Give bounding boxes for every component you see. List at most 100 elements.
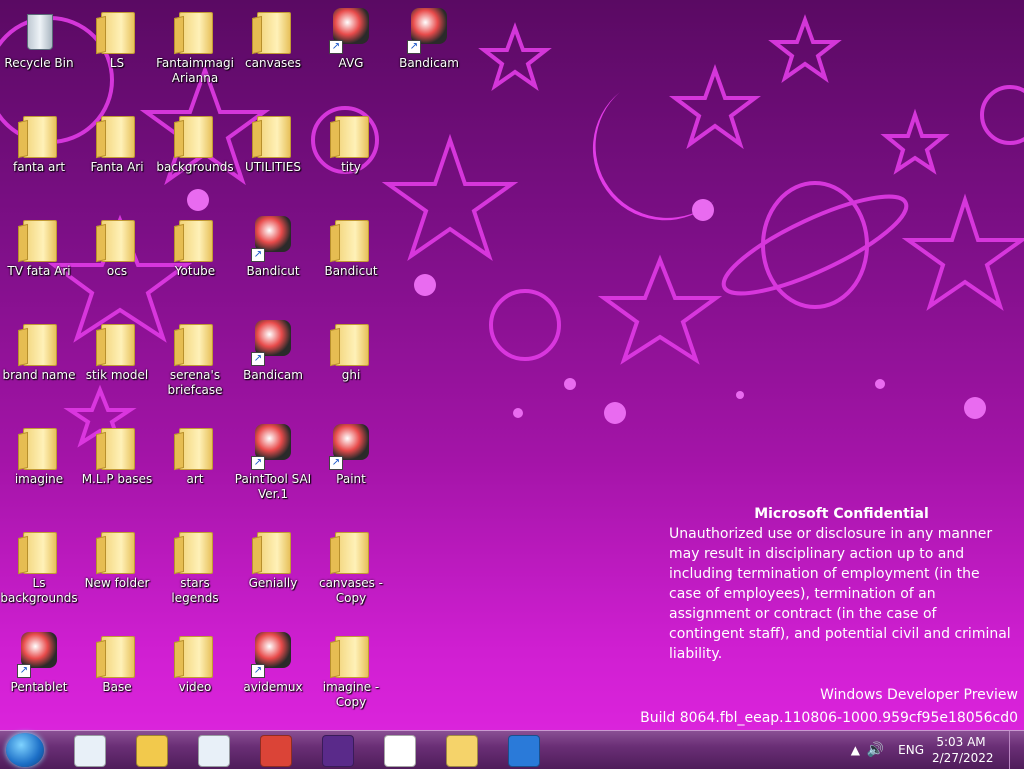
- desktop-icon-label: imagine: [14, 472, 64, 486]
- confidential-notice: Microsoft Confidential Unauthorized use …: [669, 504, 1014, 664]
- desktop-icon[interactable]: brand name: [0, 318, 78, 383]
- app-shortcut-icon: ↗: [15, 630, 63, 678]
- desktop-icon[interactable]: M.L.P bases: [78, 422, 156, 487]
- taskbar-app-button[interactable]: [506, 734, 540, 767]
- desktop-icon[interactable]: fanta art: [0, 110, 78, 175]
- desktop-icon[interactable]: Ls backgrounds: [0, 526, 78, 606]
- taskbar-app-button[interactable]: [320, 734, 354, 767]
- clock[interactable]: 5:03 AM 2/27/2022: [932, 734, 994, 766]
- desktop-icon-label: PaintTool SAI Ver.1: [234, 472, 312, 501]
- show-desktop-button[interactable]: [1009, 731, 1024, 769]
- desktop-icon-label: tity: [341, 160, 361, 174]
- desktop-icon-label: Genially: [248, 576, 298, 590]
- folder-icon: [327, 214, 375, 262]
- folder-icon: [249, 6, 297, 54]
- desktop-icon-label: AVG: [338, 56, 364, 70]
- desktop-icon-label: Ls backgrounds: [0, 576, 78, 605]
- taskbar-app-button[interactable]: [382, 734, 416, 767]
- desktop-icon-label: Yotube: [174, 264, 216, 278]
- desktop-icon[interactable]: ↗ AVG: [312, 6, 390, 71]
- desktop-icon[interactable]: ocs: [78, 214, 156, 279]
- desktop-icon[interactable]: Recycle Bin: [0, 6, 78, 71]
- desktop-icon[interactable]: ↗ Bandicam: [234, 318, 312, 383]
- start-button[interactable]: [6, 733, 44, 767]
- folder-icon: [171, 422, 219, 470]
- desktop-icon[interactable]: imagine - Copy: [312, 630, 390, 710]
- desktop-icon-label: Base: [102, 680, 132, 694]
- taskbar-app-button[interactable]: [444, 734, 478, 767]
- folder-icon: [93, 422, 141, 470]
- folder-icon: [327, 526, 375, 574]
- desktop-icon[interactable]: ↗ Pentablet: [0, 630, 78, 695]
- folder-icon: [171, 6, 219, 54]
- taskbar-app-button[interactable]: [258, 734, 292, 767]
- taskbar-app-icon: [446, 735, 478, 767]
- desktop-icon[interactable]: UTILITIES: [234, 110, 312, 175]
- taskbar-app-button[interactable]: [196, 734, 230, 767]
- taskbar-app-button[interactable]: [72, 734, 106, 767]
- desktop-icon[interactable]: LS: [78, 6, 156, 71]
- show-hidden-icons-icon[interactable]: ▲: [851, 743, 860, 757]
- folder-icon: [15, 110, 63, 158]
- desktop-icon-label: New folder: [84, 576, 150, 590]
- language-indicator[interactable]: ENG: [898, 743, 924, 757]
- desktop-icon[interactable]: New folder: [78, 526, 156, 591]
- build-watermark: Windows Developer Preview Build 8064.fbl…: [640, 684, 1018, 730]
- desktop-icon[interactable]: ↗ Bandicut: [234, 214, 312, 279]
- desktop-icon[interactable]: Fantaimmagi Arianna: [156, 6, 234, 86]
- desktop-icon[interactable]: art: [156, 422, 234, 487]
- desktop-icon[interactable]: video: [156, 630, 234, 695]
- taskbar-app-icon: [74, 735, 106, 767]
- volume-icon[interactable]: 🔊: [867, 742, 884, 758]
- app-shortcut-icon: ↗: [327, 422, 375, 470]
- app-shortcut-icon: ↗: [405, 6, 453, 54]
- desktop-icon[interactable]: Fanta Ari: [78, 110, 156, 175]
- folder-icon: [93, 318, 141, 366]
- desktop-icon-label: canvases - Copy: [318, 576, 384, 605]
- desktop-icon[interactable]: ↗ PaintTool SAI Ver.1: [234, 422, 312, 502]
- folder-icon: [171, 526, 219, 574]
- desktop-icon[interactable]: imagine: [0, 422, 78, 487]
- desktop-icon[interactable]: ↗ Paint: [312, 422, 390, 487]
- desktop-icon[interactable]: backgrounds: [156, 110, 234, 175]
- desktop-icon-label: Fanta Ari: [90, 160, 144, 174]
- desktop-icon-label: Fantaimmagi Arianna: [156, 56, 234, 85]
- desktop-icon-label: Bandicam: [243, 368, 303, 382]
- desktop-icon-label: art: [186, 472, 204, 486]
- clock-date: 2/27/2022: [932, 751, 994, 765]
- folder-icon: [93, 110, 141, 158]
- desktop-icon-grid: Recycle Bin LS Fantaimmagi Arianna canvases…: [0, 0, 460, 728]
- desktop-icon-label: canvases: [245, 56, 301, 70]
- desktop-icon-label: backgrounds: [156, 160, 234, 174]
- taskbar-app-icon: [198, 735, 230, 767]
- desktop-icon-label: brand name: [2, 368, 76, 382]
- taskbar-app-button[interactable]: [134, 734, 168, 767]
- folder-icon: [327, 318, 375, 366]
- desktop-icon[interactable]: ↗ Bandicam: [390, 6, 468, 71]
- taskbar-app-icon: [384, 735, 416, 767]
- desktop-icon-label: serena's briefcase: [167, 368, 223, 397]
- desktop-icon[interactable]: TV fata Ari: [0, 214, 78, 279]
- folder-icon: [93, 6, 141, 54]
- desktop-icon[interactable]: canvases: [234, 6, 312, 71]
- desktop-icon-label: Bandicut: [324, 264, 378, 278]
- desktop-icon[interactable]: Base: [78, 630, 156, 695]
- desktop-icon[interactable]: stars legends: [156, 526, 234, 606]
- desktop-icon[interactable]: Yotube: [156, 214, 234, 279]
- desktop-icon[interactable]: canvases - Copy: [312, 526, 390, 606]
- desktop-icon-label: ocs: [106, 264, 128, 278]
- desktop-icon[interactable]: ghi: [312, 318, 390, 383]
- desktop-icon[interactable]: serena's briefcase: [156, 318, 234, 398]
- desktop-icon[interactable]: ↗ avidemux: [234, 630, 312, 695]
- app-shortcut-icon: ↗: [249, 318, 297, 366]
- desktop-icon[interactable]: Bandicut: [312, 214, 390, 279]
- desktop-icon[interactable]: tity: [312, 110, 390, 175]
- taskbar-app-icon: [508, 735, 540, 767]
- folder-icon: [15, 422, 63, 470]
- desktop-icon-label: LS: [109, 56, 125, 70]
- folder-icon: [93, 526, 141, 574]
- desktop-icon[interactable]: Genially: [234, 526, 312, 591]
- confidential-title: Microsoft Confidential: [754, 506, 929, 522]
- desktop-icon[interactable]: stik model: [78, 318, 156, 383]
- desktop-icon-label: Pentablet: [10, 680, 68, 694]
